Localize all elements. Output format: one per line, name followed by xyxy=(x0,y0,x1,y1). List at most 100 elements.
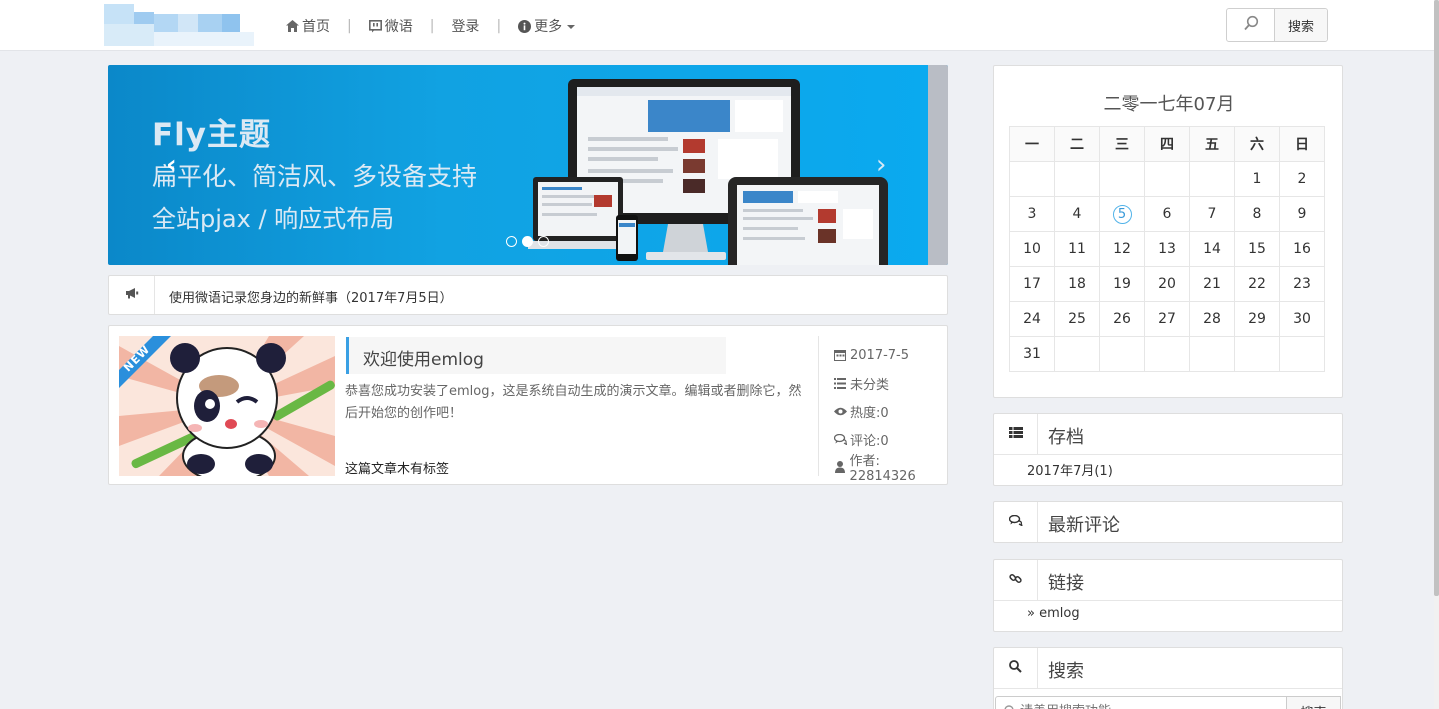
calendar-day: 19 xyxy=(1099,266,1145,302)
carousel-indicators xyxy=(506,236,549,247)
calendar-day: 23 xyxy=(1279,266,1325,302)
comments-header: 最新评论 xyxy=(994,502,1342,543)
nav-weiyu-label: 微语 xyxy=(384,19,413,35)
calendar-day xyxy=(1099,336,1145,372)
site-logo[interactable] xyxy=(104,4,256,48)
comments-icon xyxy=(1008,514,1023,530)
nav-weiyu[interactable]: 微语 xyxy=(368,16,413,36)
post-views-value: 热度:0 xyxy=(850,405,889,421)
calendar-day: 10 xyxy=(1009,231,1055,267)
calendar-week: 10 11 12 13 14 15 16 xyxy=(1009,231,1325,267)
calendar-day xyxy=(1144,161,1190,197)
calendar-day-today[interactable]: 5 xyxy=(1099,196,1145,232)
carousel-dot[interactable] xyxy=(506,236,517,247)
carousel-dot-active[interactable] xyxy=(522,236,533,247)
search-header: 搜索 xyxy=(994,648,1342,689)
post-title-link[interactable]: 欢迎使用emlog xyxy=(363,345,484,370)
nav-more-label: 更多 xyxy=(534,19,563,35)
comments-title: 最新评论 xyxy=(1048,515,1120,536)
calendar-day: 8 xyxy=(1234,196,1280,232)
calendar-day: 15 xyxy=(1234,231,1280,267)
post-category[interactable]: 未分类 xyxy=(833,369,947,397)
archive-link[interactable]: 2017年7月(1) xyxy=(1027,464,1113,479)
calendar-day: 22 xyxy=(1234,266,1280,302)
calendar-day: 25 xyxy=(1054,301,1100,337)
post-thumbnail[interactable]: NEW xyxy=(119,336,335,476)
friend-link-emlog[interactable]: » emlog xyxy=(1027,606,1080,621)
calendar-day xyxy=(1234,336,1280,372)
calendar-day: 27 xyxy=(1144,301,1190,337)
calendar-day: 24 xyxy=(1009,301,1055,337)
post-category-value: 未分类 xyxy=(850,377,890,393)
caret-down-icon xyxy=(567,25,576,29)
calendar-day: 31 xyxy=(1009,336,1055,372)
calendar-day xyxy=(1189,161,1235,197)
calendar-week: 31 xyxy=(1009,336,1325,372)
search-icon xyxy=(1009,659,1022,677)
carousel-next-button[interactable]: › xyxy=(876,150,886,180)
sidebar-search-input[interactable] xyxy=(995,696,1287,709)
post-author-value: 作者: 22814326 xyxy=(849,454,916,484)
sidebar-search-form: 搜索 xyxy=(995,696,1341,709)
archive-body: 2017年7月(1) xyxy=(994,455,1342,485)
nav-home[interactable]: 首页 xyxy=(286,16,330,36)
today-marker: 5 xyxy=(1112,204,1132,224)
comments-icon xyxy=(833,433,847,445)
calendar-day: 30 xyxy=(1279,301,1325,337)
top-navbar: 首页 | 微语 | 登录 | 更多 搜索 xyxy=(0,0,1439,51)
page-scrollbar[interactable] xyxy=(1434,0,1439,709)
carousel-dot[interactable] xyxy=(538,236,549,247)
calendar-day: 2 xyxy=(1279,161,1325,197)
post-tags: 这篇文章木有标签 xyxy=(345,462,450,477)
sidebar-search-button[interactable]: 搜索 xyxy=(1287,696,1341,709)
weekday: 六 xyxy=(1234,126,1280,162)
top-search-button[interactable]: 搜索 xyxy=(1275,9,1327,41)
nav-separator: | xyxy=(496,18,502,34)
carousel-prev-button[interactable]: ‹ xyxy=(166,150,177,180)
calendar-day: 14 xyxy=(1189,231,1235,267)
calendar-title: 二零一七年07月 xyxy=(1103,94,1235,115)
calendar-day: 28 xyxy=(1189,301,1235,337)
banner-line2: 全站pjax / 响应式布局 xyxy=(152,205,395,233)
calendar-day xyxy=(1144,336,1190,372)
banner-line1: 扁平化、简洁风、多设备支持 xyxy=(152,162,478,191)
calendar-day: 12 xyxy=(1099,231,1145,267)
calendar-week: 1 2 xyxy=(1009,161,1325,197)
nav-more-dropdown[interactable]: 更多 xyxy=(518,16,576,36)
calendar-day: 7 xyxy=(1189,196,1235,232)
calendar-day xyxy=(1009,161,1055,197)
post-author[interactable]: 作者: 22814326 xyxy=(833,453,947,484)
calendar-day: 16 xyxy=(1279,231,1325,267)
calendar-day: 26 xyxy=(1099,301,1145,337)
calendar-week: 3 4 5 6 7 8 9 xyxy=(1009,196,1325,232)
top-search-group: 搜索 xyxy=(1226,8,1328,42)
user-icon xyxy=(833,461,847,473)
comments-icon-cell xyxy=(994,502,1038,542)
calendar-day: 21 xyxy=(1189,266,1235,302)
post-comments[interactable]: 评论:0 xyxy=(833,425,947,453)
eye-icon xyxy=(833,407,847,416)
th-list-icon xyxy=(1008,426,1023,442)
weekday: 一 xyxy=(1009,126,1055,162)
calendar-day: 20 xyxy=(1144,266,1190,302)
post-date-value: 2017-7-5 xyxy=(850,347,910,363)
nav-login[interactable]: 登录 xyxy=(451,16,479,36)
archive-title: 存档 xyxy=(1048,427,1084,448)
post-title-box: 欢迎使用emlog xyxy=(346,337,726,374)
banner-carousel[interactable]: Fly主题 扁平化、简洁风、多设备支持 全站pjax / 响应式布局 ‹ › xyxy=(108,65,948,265)
meta-divider xyxy=(818,336,819,476)
notice-text[interactable]: 使用微语记录您身边的新鲜事（2017年7月5日） xyxy=(169,287,453,306)
calendar-week: 24 25 26 27 28 29 30 xyxy=(1009,301,1325,337)
calendar-day: 9 xyxy=(1279,196,1325,232)
links-header: 链接 xyxy=(994,560,1342,601)
banner-edge xyxy=(928,65,948,265)
latest-comments-widget: 最新评论 xyxy=(993,501,1343,543)
nav-separator: | xyxy=(429,18,435,34)
scrollbar-thumb[interactable] xyxy=(1434,0,1439,596)
top-search-toggle[interactable] xyxy=(1227,9,1275,41)
search-widget: 搜索 搜索 xyxy=(993,647,1343,709)
nav-login-label: 登录 xyxy=(451,19,480,35)
calendar-day xyxy=(1279,336,1325,372)
search-title: 搜索 xyxy=(1048,661,1084,682)
calendar-day xyxy=(1054,161,1100,197)
